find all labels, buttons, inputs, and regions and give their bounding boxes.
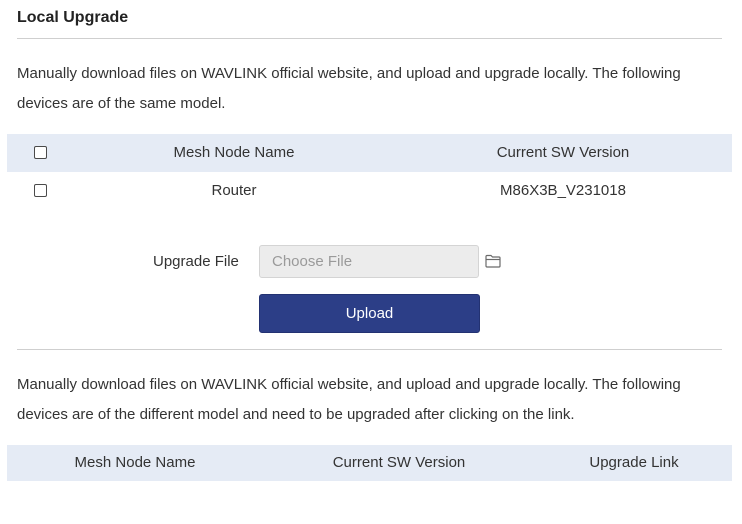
column-header-current-sw-version-2: Current SW Version — [332, 454, 466, 471]
same-model-description: Manually download files on WAVLINK offic… — [17, 65, 681, 112]
upload-button[interactable]: Upload — [259, 294, 480, 333]
column-header-current-sw-version: Current SW Version — [496, 144, 630, 161]
row-mesh-node-name: Router — [211, 182, 257, 199]
page-title: Local Upgrade — [17, 9, 129, 26]
different-model-description: Manually download files on WAVLINK offic… — [17, 376, 681, 423]
row-checkbox[interactable] — [34, 184, 47, 197]
column-header-mesh-node-name: Mesh Node Name — [173, 144, 295, 161]
title-divider — [17, 38, 722, 39]
select-all-checkbox[interactable] — [34, 146, 47, 159]
row-current-sw-version: M86X3B_V231018 — [500, 182, 626, 199]
folder-icon[interactable] — [485, 254, 501, 268]
upgrade-file-label: Upgrade File — [153, 253, 239, 270]
column-header-mesh-node-name-2: Mesh Node Name — [74, 454, 196, 471]
column-header-upgrade-link: Upgrade Link — [589, 454, 679, 471]
choose-file-input[interactable]: Choose File — [259, 245, 479, 278]
section-divider — [17, 349, 722, 350]
